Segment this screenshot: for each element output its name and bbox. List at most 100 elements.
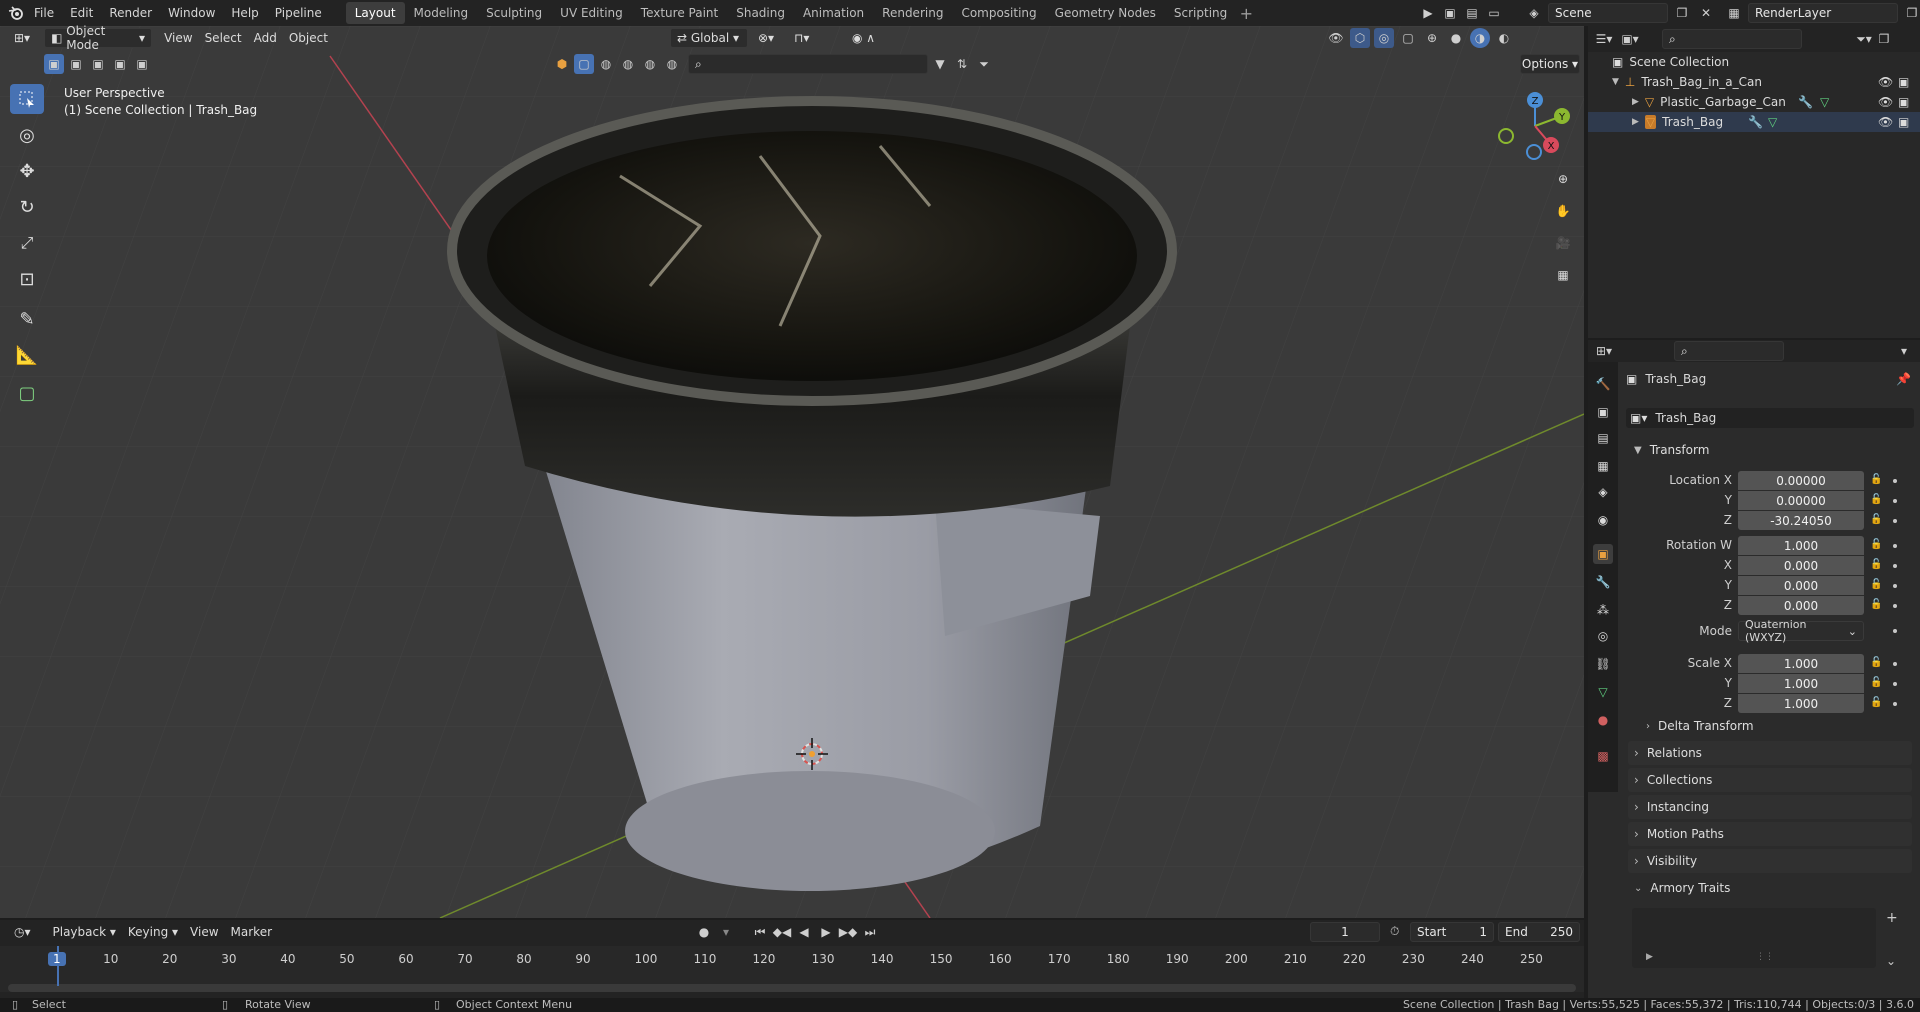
tab-shading[interactable]: Shading bbox=[727, 2, 794, 24]
select-new-icon[interactable]: ▣ bbox=[44, 54, 64, 74]
menu-file[interactable]: File bbox=[26, 0, 62, 26]
editor-type-icon[interactable]: ⊞▾ bbox=[8, 28, 36, 48]
armory-traits-panel-header[interactable]: ⌄ Armory Traits bbox=[1628, 876, 1912, 900]
scene-new-icon[interactable]: ❐ bbox=[1672, 3, 1692, 23]
render-window-icon[interactable]: ▭ bbox=[1484, 3, 1504, 23]
keyframe-dot-icon[interactable] bbox=[1893, 564, 1897, 568]
mesh-data-icon[interactable]: ▽ bbox=[1820, 95, 1829, 109]
keyframe-dot-icon[interactable] bbox=[1893, 584, 1897, 588]
snap-icon[interactable]: ⊓▾ bbox=[788, 28, 815, 48]
hide-eye-icon[interactable]: 👁 bbox=[1878, 75, 1893, 89]
use-preview-range-icon[interactable]: ⏱ bbox=[1390, 924, 1399, 939]
scene-icon[interactable]: ◈ bbox=[1524, 3, 1544, 23]
viewport-search-input[interactable]: ⌕ bbox=[688, 54, 928, 74]
properties-editor-type-icon[interactable]: ⊞▾ bbox=[1594, 341, 1614, 361]
outliner-editor-type-icon[interactable]: ☰▾ bbox=[1594, 29, 1614, 49]
texture-tab-icon[interactable]: ▩ bbox=[1593, 746, 1613, 766]
render-tab-icon[interactable]: ▣ bbox=[1593, 402, 1613, 422]
add-menu[interactable]: Add bbox=[248, 28, 283, 48]
keyframe-dot-icon[interactable] bbox=[1893, 544, 1897, 548]
keyframe-dot-icon[interactable] bbox=[1893, 499, 1897, 503]
pivot-icon[interactable]: ⊗▾ bbox=[752, 28, 780, 48]
filter-funnel-icon[interactable]: ⏷ bbox=[974, 54, 994, 74]
render-camera-icon[interactable]: ▣ bbox=[1898, 75, 1909, 89]
render-view-icon[interactable]: ▤ bbox=[1462, 3, 1482, 23]
blender-logo-icon[interactable] bbox=[6, 3, 26, 23]
marker-menu[interactable]: Marker bbox=[225, 922, 278, 942]
resize-grip-icon[interactable]: ⋮⋮ bbox=[1756, 952, 1774, 962]
outliner-filter-icon[interactable]: ⏷▾ bbox=[1854, 29, 1874, 49]
scale-z-field[interactable]: 1.000 bbox=[1738, 694, 1864, 713]
lock-icon[interactable]: 🔓 bbox=[1870, 494, 1882, 506]
select-box-tool[interactable] bbox=[10, 84, 44, 114]
tab-modeling[interactable]: Modeling bbox=[405, 2, 478, 24]
render-image-icon[interactable]: ▣ bbox=[1440, 3, 1460, 23]
scale-tool[interactable]: ⤢ bbox=[10, 228, 44, 258]
render-camera-icon[interactable]: ▣ bbox=[1898, 115, 1909, 129]
sort-icon[interactable]: ⇅ bbox=[952, 54, 972, 74]
object-tab-icon[interactable]: ▣ bbox=[1593, 544, 1613, 564]
render-camera-icon[interactable]: ▣ bbox=[1898, 95, 1909, 109]
view-menu[interactable]: View bbox=[158, 28, 198, 48]
frame-start-field[interactable]: Start 1 bbox=[1410, 922, 1494, 942]
select-subtract-icon[interactable]: ▣ bbox=[88, 54, 108, 74]
timeline-editor-type-icon[interactable]: ◷▾ bbox=[8, 922, 37, 942]
instancing-panel-header[interactable]: › Instancing bbox=[1628, 795, 1912, 819]
visibility-icon[interactable]: 👁 bbox=[1326, 28, 1346, 48]
ortho-grid-icon[interactable]: ▦ bbox=[1550, 262, 1576, 288]
prev-keyframe-icon[interactable]: ◆◀ bbox=[772, 922, 792, 942]
tab-rendering[interactable]: Rendering bbox=[873, 2, 952, 24]
delta-transform-subpanel[interactable]: › Delta Transform bbox=[1640, 714, 1912, 738]
expand-arrow-icon[interactable]: ▶ bbox=[1632, 97, 1639, 107]
object-mode-dropdown[interactable]: ◧ Object Mode ▾ bbox=[44, 24, 153, 52]
outliner-search-input[interactable]: ⌕ bbox=[1662, 29, 1802, 49]
wireframe-shading-icon[interactable]: ⊕ bbox=[1422, 28, 1442, 48]
rotate-tool[interactable]: ↻ bbox=[10, 192, 44, 222]
add-cube-tool[interactable]: ▢ bbox=[10, 378, 44, 408]
view-layer-name-field[interactable]: RenderLayer bbox=[1748, 3, 1898, 23]
play-render-icon[interactable]: ▶ bbox=[1418, 3, 1438, 23]
measure-tool[interactable]: 📐 bbox=[10, 340, 44, 370]
pan-hand-icon[interactable]: ✋ bbox=[1550, 198, 1576, 224]
tab-layout[interactable]: Layout bbox=[345, 2, 405, 24]
keyframe-dot-icon[interactable] bbox=[1893, 662, 1897, 666]
view-layer-icon[interactable]: ▦ bbox=[1724, 3, 1744, 23]
keyframe-dot-icon[interactable] bbox=[1893, 702, 1897, 706]
rotation-y-field[interactable]: 0.000 bbox=[1738, 576, 1864, 595]
view-layer-tab-icon[interactable]: ▦ bbox=[1593, 456, 1613, 476]
keyframe-dot-icon[interactable] bbox=[1893, 629, 1897, 633]
pin-icon[interactable]: 📌 bbox=[1896, 372, 1911, 386]
keyframe-dot-icon[interactable] bbox=[1893, 604, 1897, 608]
tab-geometry-nodes[interactable]: Geometry Nodes bbox=[1046, 2, 1165, 24]
expand-arrow-icon[interactable]: ▶ bbox=[1632, 117, 1639, 127]
play-reverse-icon[interactable]: ◀ bbox=[794, 922, 814, 942]
rotation-mode-dropdown[interactable]: Quaternion (WXYZ) ⌄ bbox=[1738, 618, 1864, 644]
record-options-icon[interactable]: ▾ bbox=[716, 922, 736, 942]
select-intersect-icon[interactable]: ▣ bbox=[132, 54, 152, 74]
properties-search-input[interactable]: ⌕ bbox=[1674, 341, 1784, 361]
hide-eye-icon[interactable]: 👁 bbox=[1878, 115, 1893, 129]
navigation-gizmo[interactable]: Z Y X bbox=[1494, 86, 1576, 166]
lock-icon[interactable]: 🔓 bbox=[1870, 559, 1882, 571]
filter-empty-icon[interactable]: ◍ bbox=[640, 54, 660, 74]
timeline-view-menu[interactable]: View bbox=[184, 922, 224, 942]
filter-other-icon[interactable]: ◍ bbox=[662, 54, 682, 74]
menu-window[interactable]: Window bbox=[160, 0, 223, 26]
lock-icon[interactable]: 🔓 bbox=[1870, 697, 1882, 709]
keyframe-dot-icon[interactable] bbox=[1893, 682, 1897, 686]
tab-scripting[interactable]: Scripting bbox=[1165, 2, 1236, 24]
scale-y-field[interactable]: 1.000 bbox=[1738, 674, 1864, 693]
jump-start-icon[interactable]: ⏮ bbox=[750, 922, 770, 942]
object-menu[interactable]: Object bbox=[283, 28, 334, 48]
relations-panel-header[interactable]: › Relations bbox=[1628, 741, 1912, 765]
lock-icon[interactable]: 🔓 bbox=[1870, 657, 1882, 669]
view-layer-new-icon[interactable]: ❐ bbox=[1902, 3, 1920, 23]
scene-tab-icon[interactable]: ◈ bbox=[1593, 482, 1613, 502]
proportional-edit-icon[interactable]: ◉ ∧ bbox=[846, 28, 881, 48]
current-frame-marker[interactable]: 1 bbox=[48, 952, 66, 966]
outliner-row-scene-collection[interactable]: ▣ Scene Collection bbox=[1588, 52, 1920, 72]
properties-options-icon[interactable]: ▾ bbox=[1894, 341, 1914, 361]
menu-pipeline[interactable]: Pipeline bbox=[267, 0, 330, 26]
collections-panel-header[interactable]: › Collections bbox=[1628, 768, 1912, 792]
transform-orientation-dropdown[interactable]: ⇄ Global ▾ bbox=[670, 28, 748, 48]
